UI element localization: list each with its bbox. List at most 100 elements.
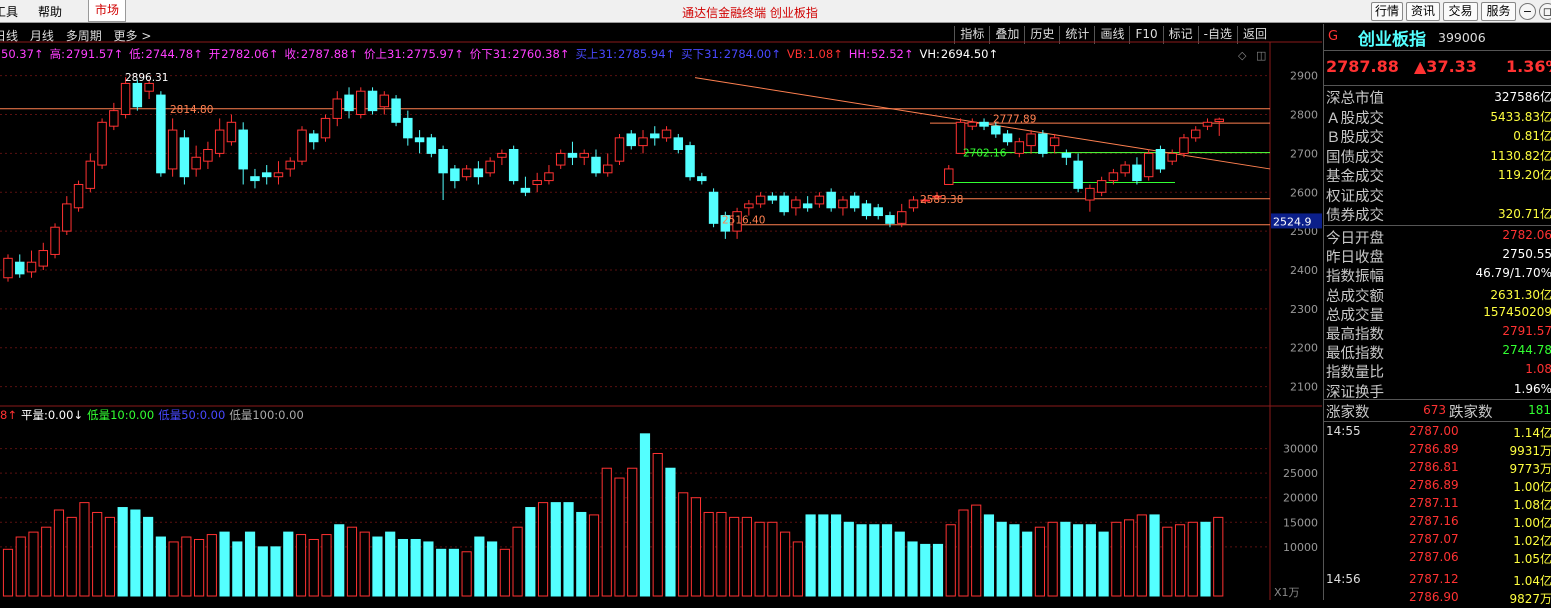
stat-value: 1130.82亿 — [1490, 148, 1551, 163]
volume-bar — [410, 538, 421, 597]
candle-body — [38, 250, 49, 267]
tick-volume: 1.05亿 — [1513, 552, 1551, 566]
candle-body — [1061, 152, 1072, 158]
stat-label: Ａ股成交 — [1326, 110, 1384, 127]
candle-body — [591, 156, 601, 174]
candle-body — [1190, 129, 1201, 139]
candle-body — [791, 199, 801, 209]
candle-body — [650, 133, 660, 139]
volume-bar — [487, 541, 498, 597]
price-annotation: 2896.31 — [125, 72, 168, 84]
candle-body — [555, 152, 566, 166]
volume-bar — [550, 502, 561, 597]
candle-body — [97, 121, 107, 166]
volume-info-0: 8↑ — [0, 408, 17, 422]
tick-time: 14:55 — [1326, 424, 1361, 438]
volume-bar — [805, 514, 816, 597]
candle-body — [238, 129, 248, 170]
market-tab[interactable]: 市场 — [88, 0, 126, 22]
tick-time: 14:56 — [1326, 572, 1361, 586]
price-tick-label: 2900 — [1290, 70, 1318, 83]
service-button[interactable]: 服务 — [1481, 2, 1516, 21]
candle-body — [356, 90, 366, 116]
candle-body — [344, 94, 354, 112]
volume-bar — [499, 548, 510, 597]
volume-bar — [996, 521, 1007, 597]
volume-bar — [601, 467, 612, 597]
stat-value: 1.96% — [1513, 381, 1551, 396]
news-button[interactable]: 资讯 — [1406, 2, 1440, 21]
candle-body — [685, 145, 695, 178]
candle-body — [1108, 172, 1119, 182]
stat-value: 2791.57 — [1502, 324, 1551, 338]
candle-body — [50, 226, 60, 255]
price-tick-label: 2600 — [1290, 186, 1318, 199]
kline-chart-area[interactable]: 日线 月线 多周期 更多 > 指标 叠加 历史 统计 画线 F10 标记 -自选… — [0, 24, 1322, 600]
candle-body — [885, 215, 895, 224]
quotes-button[interactable]: 行情 — [1371, 2, 1403, 21]
candle-body — [297, 129, 307, 162]
stat-row: 总成交量 157450209 — [1324, 304, 1551, 324]
volume-bar — [244, 531, 256, 597]
volume-bar — [1022, 531, 1033, 597]
candle-body — [62, 203, 72, 232]
volume-tick-label: 20000 — [1283, 492, 1318, 505]
divider — [1324, 399, 1551, 400]
volume-bar — [130, 509, 141, 597]
candle-body — [661, 129, 672, 139]
tick-row: 2786.89 1.00亿 — [1324, 478, 1551, 496]
candle-body — [603, 164, 613, 174]
candle-body — [755, 195, 766, 205]
candle-body — [191, 156, 201, 170]
volume-bar — [1047, 521, 1058, 597]
volume-bar — [155, 536, 166, 597]
volume-bar — [1060, 521, 1071, 597]
candle-body — [1085, 187, 1095, 201]
tick-row: 2787.07 1.02亿 — [1324, 532, 1551, 550]
tick-price: 2787.12 — [1409, 572, 1459, 586]
candle-body — [1002, 133, 1013, 143]
candle-body — [485, 160, 495, 174]
candle-body — [896, 211, 907, 224]
candle-body — [944, 168, 954, 185]
volume-bar — [219, 531, 230, 597]
price-tick-label: 2100 — [1290, 381, 1318, 394]
candle-body — [250, 176, 260, 182]
volume-bar — [181, 536, 192, 597]
divider — [1324, 421, 1551, 422]
candle-body — [979, 121, 989, 127]
volume-bar — [958, 509, 969, 597]
restore-icon[interactable]: ◻ — [1539, 3, 1551, 20]
current-price-tag-label: 2524.9 — [1273, 215, 1312, 228]
stat-label: 债券成交 — [1326, 208, 1384, 224]
index-name: 创业板指 — [1358, 30, 1426, 50]
volume-tick-label: 25000 — [1283, 467, 1318, 480]
candle-body — [450, 168, 460, 182]
price-annotation: 2814.80 — [170, 104, 213, 116]
menu-tools[interactable]: 工具 — [0, 3, 18, 20]
menu-help[interactable]: 帮助 — [38, 3, 62, 20]
volume-info-line: 8↑ 平量:0.00↓ 低量10:0.00 低量50:0.00 低量100:0.00 — [0, 407, 308, 423]
fall-label: 跌家数 — [1449, 405, 1493, 421]
stat-label: 基金成交 — [1326, 169, 1384, 185]
candle-body — [367, 90, 378, 112]
stat-label: 总成交量 — [1326, 307, 1384, 324]
volume-bar — [308, 538, 319, 597]
volume-bar — [66, 516, 77, 597]
volume-bar — [830, 514, 842, 597]
volume-bar — [920, 543, 931, 597]
tick-row: 2786.81 9773万 — [1324, 460, 1551, 478]
group-badge: G — [1328, 29, 1339, 44]
divider — [1324, 50, 1551, 51]
trade-button[interactable]: 交易 — [1443, 2, 1478, 21]
candle-body — [697, 176, 707, 182]
volume-bar — [1149, 514, 1160, 597]
price-tick-label: 2800 — [1290, 109, 1318, 122]
volume-bar — [194, 538, 205, 597]
minimize-icon[interactable]: − — [1519, 3, 1536, 20]
stat-label: 国债成交 — [1326, 149, 1384, 166]
volume-bar — [104, 516, 116, 597]
candle-body — [1167, 152, 1177, 162]
candle-body — [203, 149, 213, 162]
volume-bar — [1123, 519, 1135, 597]
